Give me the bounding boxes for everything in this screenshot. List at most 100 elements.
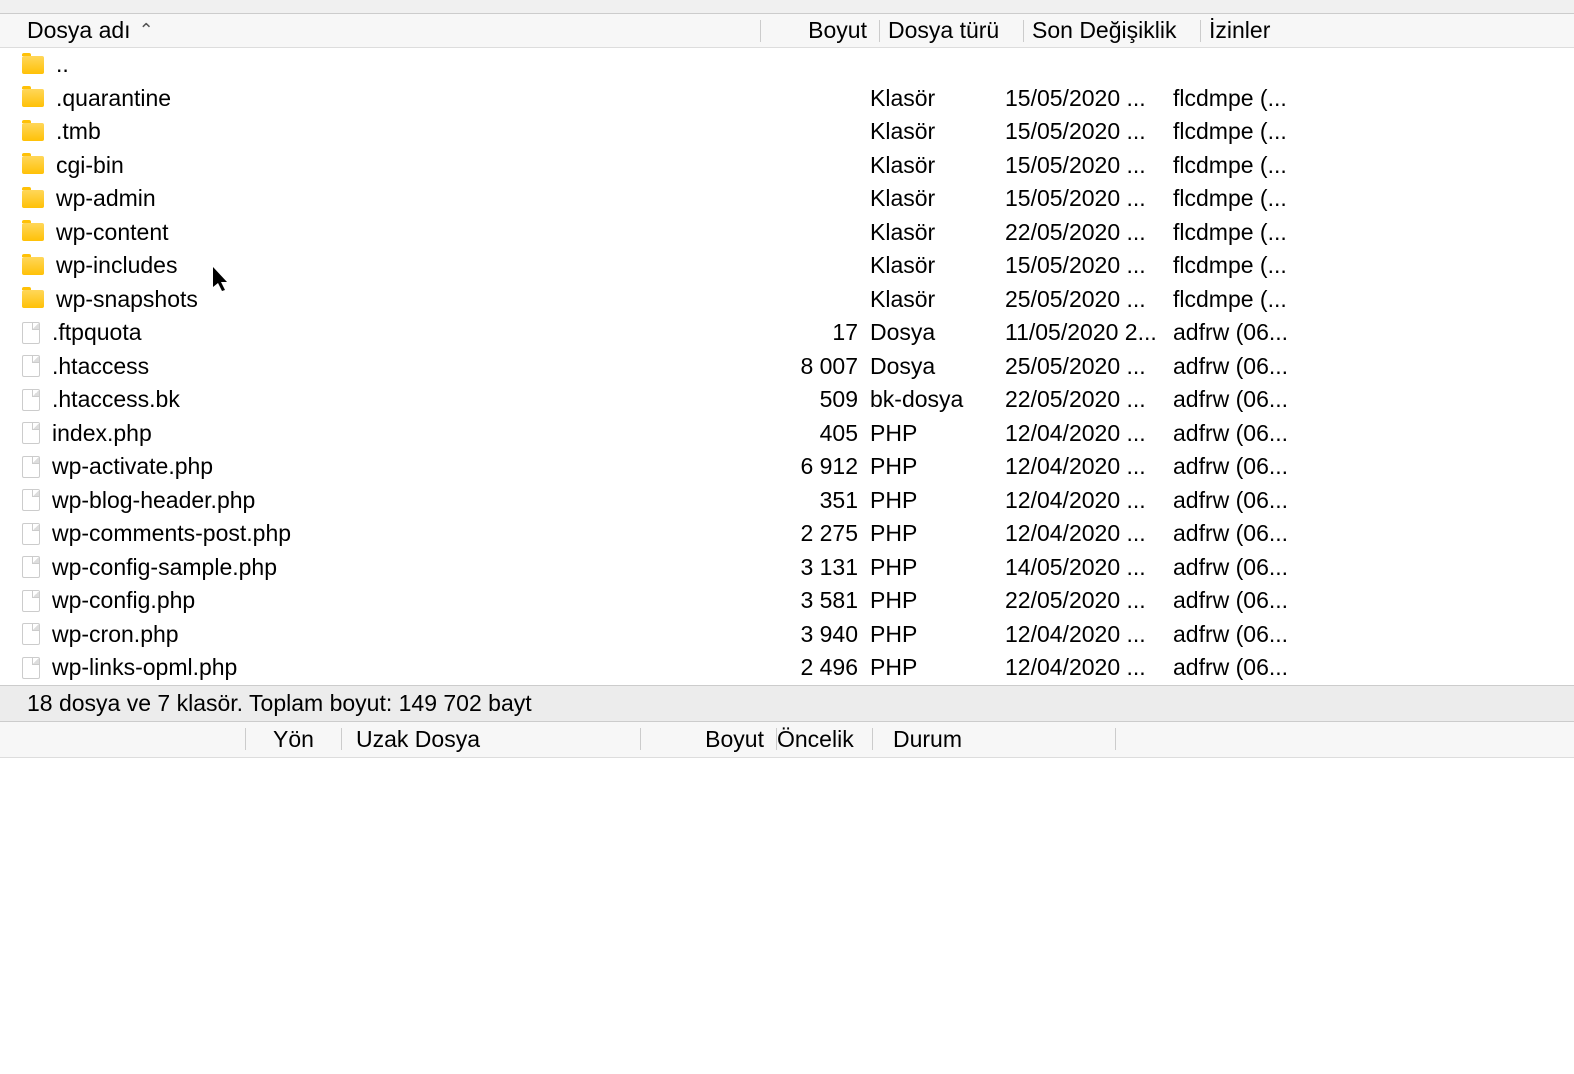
queue-body[interactable]: [0, 758, 1574, 1058]
file-name-label: .htaccess.bk: [52, 386, 180, 413]
file-row[interactable]: wp-comments-post.php2 275PHP12/04/2020 .…: [0, 517, 1574, 551]
cell-modified: 11/05/2020 2...: [1005, 319, 1173, 346]
queue-header-status[interactable]: Durum: [873, 726, 1115, 753]
file-icon: [22, 657, 40, 679]
cell-name: wp-comments-post.php: [22, 520, 760, 547]
file-name-label: .quarantine: [56, 85, 171, 112]
cell-permissions: adfrw (06...: [1173, 654, 1574, 681]
cell-name: wp-blog-header.php: [22, 487, 760, 514]
file-name-label: wp-content: [56, 219, 169, 246]
queue-header-remote[interactable]: Uzak Dosya: [342, 726, 640, 753]
file-name-label: .tmb: [56, 118, 101, 145]
file-row[interactable]: ..: [0, 48, 1574, 82]
file-name-label: wp-includes: [56, 252, 177, 279]
column-header-name[interactable]: Dosya adı ⌃: [27, 17, 760, 44]
folder-icon: [22, 190, 44, 208]
file-icon: [22, 355, 40, 377]
cell-type: Klasör: [870, 185, 1005, 212]
cell-type: Klasör: [870, 252, 1005, 279]
cell-name: wp-admin: [22, 185, 760, 212]
cell-permissions: flcdmpe (...: [1173, 185, 1574, 212]
cell-modified: 22/05/2020 ...: [1005, 587, 1173, 614]
column-separator[interactable]: [1200, 20, 1201, 42]
file-name-label: .htaccess: [52, 353, 149, 380]
file-row[interactable]: wp-config.php3 581PHP22/05/2020 ...adfrw…: [0, 584, 1574, 618]
cell-type: Dosya: [870, 319, 1005, 346]
column-header-modified[interactable]: Son Değişiklik: [1032, 17, 1200, 44]
column-header-size[interactable]: Boyut: [769, 17, 879, 44]
queue-header-size[interactable]: Boyut: [641, 726, 776, 753]
column-separator[interactable]: [760, 20, 761, 42]
cell-modified: 15/05/2020 ...: [1005, 185, 1173, 212]
cell-modified: 12/04/2020 ...: [1005, 520, 1173, 547]
file-row[interactable]: cgi-binKlasör15/05/2020 ...flcdmpe (...: [0, 149, 1574, 183]
file-row[interactable]: wp-blog-header.php351PHP12/04/2020 ...ad…: [0, 484, 1574, 518]
cell-modified: 22/05/2020 ...: [1005, 386, 1173, 413]
cell-modified: 14/05/2020 ...: [1005, 554, 1173, 581]
column-header-permissions-label: İzinler: [1209, 17, 1270, 43]
file-row[interactable]: .htaccess8 007Dosya25/05/2020 ...adfrw (…: [0, 350, 1574, 384]
cell-name: .htaccess: [22, 353, 760, 380]
column-header-type-label: Dosya türü: [888, 17, 999, 43]
file-row[interactable]: wp-includesKlasör15/05/2020 ...flcdmpe (…: [0, 249, 1574, 283]
cell-name: wp-activate.php: [22, 453, 760, 480]
cell-modified: 22/05/2020 ...: [1005, 219, 1173, 246]
cell-type: PHP: [870, 453, 1005, 480]
column-header-name-label: Dosya adı: [27, 17, 131, 44]
cell-permissions: flcdmpe (...: [1173, 85, 1574, 112]
column-header-type[interactable]: Dosya türü: [888, 17, 1023, 44]
cell-modified: 12/04/2020 ...: [1005, 487, 1173, 514]
cell-size: 2 275: [760, 520, 870, 547]
status-text: 18 dosya ve 7 klasör. Toplam boyut: 149 …: [27, 690, 532, 716]
file-row[interactable]: .quarantineKlasör15/05/2020 ...flcdmpe (…: [0, 82, 1574, 116]
file-name-label: wp-admin: [56, 185, 156, 212]
queue-header-priority[interactable]: Öncelik: [777, 726, 872, 753]
file-name-label: .ftpquota: [52, 319, 142, 346]
file-name-label: wp-blog-header.php: [52, 487, 255, 514]
column-separator[interactable]: [1115, 728, 1116, 750]
file-icon: [22, 322, 40, 344]
cell-modified: 25/05/2020 ...: [1005, 353, 1173, 380]
column-separator[interactable]: [879, 20, 880, 42]
queue-header-direction[interactable]: Yön: [246, 726, 341, 753]
file-name-label: wp-config.php: [52, 587, 195, 614]
queue-headers-row: Yön Uzak Dosya Boyut Öncelik Durum: [0, 722, 1574, 758]
column-header-modified-label: Son Değişiklik: [1032, 17, 1176, 43]
cell-name: .ftpquota: [22, 319, 760, 346]
file-icon: [22, 590, 40, 612]
cell-size: 6 912: [760, 453, 870, 480]
column-separator[interactable]: [1023, 20, 1024, 42]
cell-size: 3 131: [760, 554, 870, 581]
column-header-permissions[interactable]: İzinler: [1209, 17, 1574, 44]
cell-size: 3 581: [760, 587, 870, 614]
cell-permissions: adfrw (06...: [1173, 487, 1574, 514]
file-name-label: ..: [56, 51, 69, 78]
file-row[interactable]: .tmbKlasör15/05/2020 ...flcdmpe (...: [0, 115, 1574, 149]
file-row[interactable]: wp-cron.php3 940PHP12/04/2020 ...adfrw (…: [0, 618, 1574, 652]
file-row[interactable]: wp-contentKlasör22/05/2020 ...flcdmpe (.…: [0, 216, 1574, 250]
file-row[interactable]: wp-activate.php6 912PHP12/04/2020 ...adf…: [0, 450, 1574, 484]
cell-name: .htaccess.bk: [22, 386, 760, 413]
cell-size: 3 940: [760, 621, 870, 648]
cell-modified: 12/04/2020 ...: [1005, 621, 1173, 648]
file-row[interactable]: .ftpquota17Dosya11/05/2020 2...adfrw (06…: [0, 316, 1574, 350]
file-name-label: index.php: [52, 420, 152, 447]
file-row[interactable]: wp-config-sample.php3 131PHP14/05/2020 .…: [0, 551, 1574, 585]
file-row[interactable]: wp-snapshotsKlasör25/05/2020 ...flcdmpe …: [0, 283, 1574, 317]
cell-name: wp-links-opml.php: [22, 654, 760, 681]
cell-type: Dosya: [870, 353, 1005, 380]
cell-modified: 15/05/2020 ...: [1005, 118, 1173, 145]
sort-ascending-icon: ⌃: [139, 20, 154, 41]
cell-type: PHP: [870, 654, 1005, 681]
cell-permissions: adfrw (06...: [1173, 453, 1574, 480]
file-row[interactable]: wp-admin Klasör15/05/2020 ...flcdmpe (...: [0, 182, 1574, 216]
file-row[interactable]: index.php405PHP12/04/2020 ...adfrw (06..…: [0, 417, 1574, 451]
cell-modified: 12/04/2020 ...: [1005, 420, 1173, 447]
cell-name: wp-snapshots: [22, 286, 760, 313]
file-row[interactable]: .htaccess.bk509bk-dosya22/05/2020 ...adf…: [0, 383, 1574, 417]
cell-type: Klasör: [870, 118, 1005, 145]
file-row[interactable]: wp-links-opml.php2 496PHP12/04/2020 ...a…: [0, 651, 1574, 685]
cell-permissions: flcdmpe (...: [1173, 152, 1574, 179]
transfer-queue-panel: Yön Uzak Dosya Boyut Öncelik Durum: [0, 721, 1574, 1058]
file-name-label: wp-cron.php: [52, 621, 179, 648]
